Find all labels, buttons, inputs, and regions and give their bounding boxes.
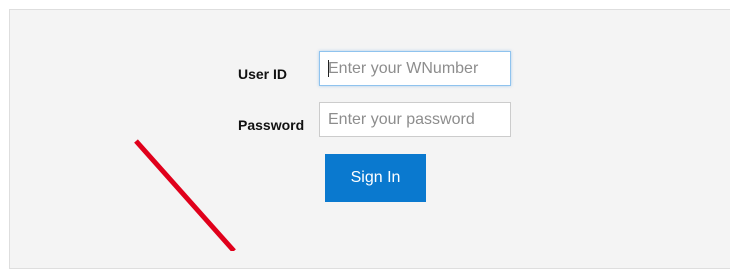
sign-in-button[interactable]: Sign In — [325, 154, 426, 202]
user-id-input[interactable] — [319, 51, 511, 86]
password-input[interactable] — [319, 102, 511, 137]
text-cursor — [328, 60, 329, 77]
user-id-label: User ID — [238, 66, 288, 82]
login-panel — [9, 9, 730, 269]
password-label: Password — [238, 117, 305, 133]
